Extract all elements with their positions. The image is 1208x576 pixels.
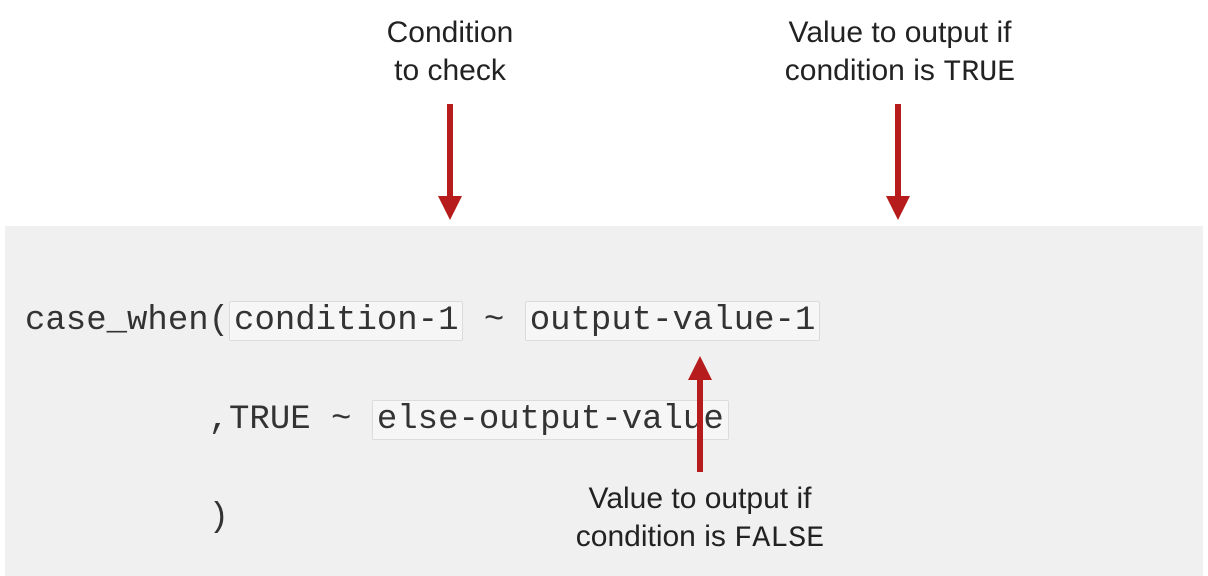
annotation-false-output: Value to output if condition is FALSE — [500, 480, 900, 558]
code-l3-a: ) — [25, 499, 229, 537]
arrow-true-icon — [886, 104, 910, 220]
arrow-condition-icon — [438, 104, 462, 220]
code-l2-a: ,TRUE ~ — [25, 401, 372, 439]
code-l1-output: output-value-1 — [525, 301, 821, 341]
code-l1-a: case_when( — [25, 302, 229, 340]
annotation-true-line2a: condition is — [785, 54, 943, 87]
annotation-true-output: Value to output if condition is TRUE — [700, 14, 1100, 92]
code-l1-condition: condition-1 — [229, 301, 463, 341]
code-line-1: case_when(condition-1 ~ output-value-1 — [25, 297, 1183, 346]
arrow-false-icon — [688, 356, 712, 472]
annotation-condition: Condition to check — [320, 14, 580, 89]
annotation-false-line2a: condition is — [576, 520, 734, 553]
annotation-false-line1: Value to output if — [589, 482, 812, 515]
annotation-condition-line1: Condition — [387, 16, 514, 49]
annotation-true-line1: Value to output if — [789, 16, 1012, 49]
code-l1-c: ~ — [463, 302, 524, 340]
code-l2-else: else-output-value — [372, 400, 729, 440]
annotation-condition-line2: to check — [394, 54, 506, 87]
code-line-2: ,TRUE ~ else-output-value — [25, 396, 1183, 445]
annotation-true-line2b: TRUE — [943, 56, 1015, 90]
annotation-false-line2b: FALSE — [734, 522, 824, 556]
